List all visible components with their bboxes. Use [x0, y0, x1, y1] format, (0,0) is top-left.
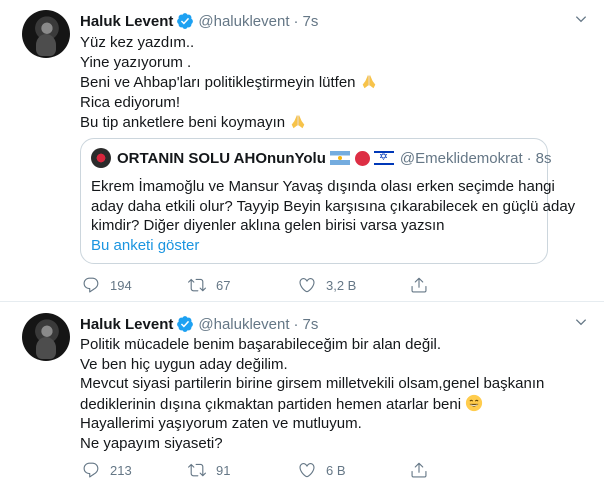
- quoted-tweet-header: ORTANIN SOLU AHOnunYolu @Emeklidemokrat …: [91, 148, 552, 168]
- avatar[interactable]: [22, 313, 70, 361]
- tweet-text: Yüz kez yazdım.. Yine yazıyorum . Beni v…: [80, 33, 585, 133]
- separator-dot: ·: [293, 315, 299, 333]
- share-icon: [411, 462, 427, 478]
- quoted-line: Ekrem İmamoğlu ve Mansur Yavaş dışında o…: [91, 178, 555, 195]
- tweet-line: Ne yapayım siyaseti?: [80, 434, 223, 452]
- folded-hands-emoji: [291, 114, 305, 129]
- tweet-2[interactable]: Haluk Levent @haluklevent · 7s Politik m…: [0, 303, 604, 501]
- reply-button[interactable]: 194: [82, 276, 132, 294]
- reply-icon: [83, 277, 99, 293]
- chevron-down-icon[interactable]: [574, 12, 588, 26]
- reply-button[interactable]: 213: [82, 461, 132, 479]
- like-button[interactable]: 6 B: [298, 461, 346, 479]
- tweet-line: Yüz kez yazdım..: [80, 34, 195, 51]
- argentina-flag: [329, 151, 350, 165]
- retweet-count: 91: [216, 462, 231, 478]
- display-name[interactable]: Haluk Levent: [80, 13, 173, 30]
- tweet-actions: 194 67 3,2 B: [80, 276, 520, 296]
- like-button[interactable]: 3,2 B: [298, 276, 356, 294]
- tweet-line: dediklerinin dışına çıkmaktan partiden h…: [80, 395, 462, 413]
- retweet-count: 67: [216, 277, 231, 293]
- verified-badge-icon: [177, 13, 194, 29]
- tweet-line: Mevcut siyasi partilerin birine girsem m…: [80, 375, 545, 392]
- tweet-line: Politik mücadele benim başarabileceğim b…: [80, 336, 442, 353]
- reply-count: 213: [110, 462, 132, 478]
- share-button[interactable]: [410, 461, 438, 479]
- retweet-icon: [188, 463, 206, 477]
- timestamp[interactable]: 7s: [303, 316, 319, 333]
- timestamp[interactable]: 7s: [303, 13, 319, 30]
- separator-dot: ·: [526, 149, 532, 167]
- quoted-line: kimdir? Diğer diyenler aklına gelen biri…: [91, 217, 445, 234]
- tweet-line: Bu tip anketlere beni koymayın: [80, 114, 286, 131]
- chevron-down-icon[interactable]: [574, 315, 588, 329]
- tweet-1[interactable]: Haluk Levent @haluklevent · 7s Yüz kez y…: [0, 0, 604, 302]
- retweet-icon: [188, 278, 206, 292]
- tweet-text: Politik mücadele benim başarabileceğim b…: [80, 335, 585, 453]
- quoted-text: Ekrem İmamoğlu ve Mansur Yavaş dışında o…: [91, 177, 576, 236]
- quoted-display-name: ORTANIN SOLU AHOnunYolu: [117, 149, 326, 167]
- show-poll-link[interactable]: Bu anketi göster: [91, 237, 199, 254]
- user-handle[interactable]: @haluklevent: [198, 316, 289, 333]
- folded-hands-emoji: [362, 74, 375, 89]
- tweet-line: Hayallerimi yaşıyorum zaten ve mutluyum.: [80, 415, 362, 432]
- share-button[interactable]: [410, 276, 438, 294]
- avatar[interactable]: [22, 10, 70, 58]
- display-name[interactable]: Haluk Levent: [80, 316, 173, 333]
- quoted-line: aday daha etkili olur? Tayyip Beyin karş…: [91, 197, 576, 215]
- separator-dot: ·: [293, 12, 299, 30]
- quoted-tweet[interactable]: ORTANIN SOLU AHOnunYolu @Emeklidemokrat …: [80, 138, 576, 264]
- like-count: 3,2 B: [326, 277, 357, 293]
- tweet-line: Ve ben hiç uygun aday değilim.: [80, 355, 288, 373]
- retweet-button[interactable]: 91: [188, 461, 230, 479]
- verified-badge-icon: [177, 316, 194, 332]
- tweet-line: Rica ediyorum!: [80, 93, 181, 111]
- tweet-header: Haluk Levent @haluklevent · 7s: [80, 11, 318, 31]
- quoted-timestamp: 8s: [535, 149, 552, 167]
- red-circle: [354, 150, 370, 166]
- retweet-button[interactable]: 67: [188, 276, 230, 294]
- share-icon: [411, 277, 427, 293]
- israel-flag: [373, 150, 394, 165]
- tweet-line: Yine yazıyorum .: [80, 53, 192, 71]
- tweet-header: Haluk Levent @haluklevent · 7s: [80, 314, 318, 334]
- user-handle[interactable]: @haluklevent: [198, 13, 289, 30]
- quoted-handle: @Emeklidemokrat: [399, 149, 523, 167]
- tweet-actions: 213 91 6 B: [80, 461, 520, 481]
- grinning-emoji: [466, 394, 483, 411]
- like-icon: [299, 463, 315, 478]
- quoted-avatar: [91, 148, 111, 168]
- tweet-line: Beni ve Ahbap'ları politikleştirmeyin lü…: [80, 74, 356, 91]
- reply-count: 194: [110, 277, 132, 293]
- like-icon: [299, 278, 315, 293]
- like-count: 6 B: [326, 462, 346, 478]
- reply-icon: [83, 462, 99, 478]
